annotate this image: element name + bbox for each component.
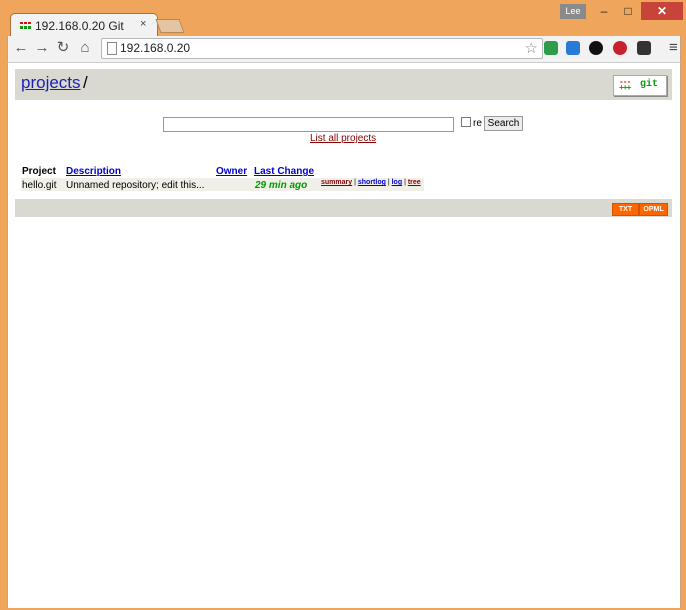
git-favicon-icon [20, 22, 31, 29]
project-name-link[interactable]: hello.git [22, 180, 56, 191]
breadcrumb-separator: / [83, 73, 88, 92]
git-logo-plus: +++ [619, 84, 631, 93]
page-header: projects / --- +++ git [15, 69, 672, 100]
column-header-description[interactable]: Description [66, 166, 121, 177]
project-last-change: 29 min ago [255, 180, 308, 191]
home-icon[interactable]: ⌂ [76, 39, 94, 57]
breadcrumb-projects-link[interactable]: projects [21, 73, 81, 93]
git-logo-word: git [640, 79, 659, 90]
project-actions: summary | shortlog | log | tree [321, 179, 421, 186]
page-content: projects / --- +++ git re Search List al… [7, 62, 681, 608]
project-search-input[interactable] [163, 117, 454, 132]
menu-icon[interactable]: ≡ [669, 39, 678, 56]
column-header-project: Project [22, 166, 56, 177]
back-icon[interactable]: ← [12, 39, 30, 57]
browser-window: Lee – □ ✕ 192.168.0.20 Git × ← → ↻ ⌂ 192… [0, 0, 686, 610]
user-badge[interactable]: Lee [560, 4, 586, 19]
new-tab-button[interactable] [155, 19, 185, 33]
regex-checkbox[interactable] [461, 117, 471, 127]
column-header-last-change[interactable]: Last Change [254, 166, 314, 177]
extension-note-icon[interactable] [637, 41, 651, 55]
tree-link[interactable]: tree [408, 179, 421, 186]
extension-pinterest-icon[interactable] [613, 41, 627, 55]
project-description: Unnamed repository; edit this... [66, 180, 205, 191]
close-window-button[interactable]: ✕ [641, 2, 683, 20]
tab-title: 192.168.0.20 Git [35, 19, 124, 33]
extension-evernote-icon[interactable] [544, 41, 558, 55]
list-all-projects-link[interactable]: List all projects [310, 133, 376, 144]
txt-feed-button[interactable]: TXT [612, 203, 639, 216]
column-header-owner[interactable]: Owner [216, 166, 247, 177]
opml-feed-button[interactable]: OPML [639, 203, 668, 216]
summary-link[interactable]: summary [321, 179, 352, 186]
extension-dropbox-icon[interactable] [566, 41, 580, 55]
shortlog-link[interactable]: shortlog [358, 179, 386, 186]
minimize-button[interactable]: – [593, 2, 615, 20]
browser-tab[interactable]: 192.168.0.20 Git × [10, 13, 158, 38]
regex-label: re [473, 118, 482, 129]
reload-icon[interactable]: ↻ [54, 39, 72, 57]
page-footer: TXT OPML [15, 199, 672, 217]
git-logo[interactable]: --- +++ git [613, 75, 667, 96]
browser-toolbar: ← → ↻ ⌂ 192.168.0.20 ☆ ≡ [7, 36, 681, 62]
address-bar[interactable]: 192.168.0.20 ☆ [101, 38, 543, 59]
log-link[interactable]: log [392, 179, 403, 186]
tab-close-icon[interactable]: × [140, 18, 146, 30]
link-separator: | [404, 179, 406, 186]
url-text: 192.168.0.20 [120, 41, 191, 55]
maximize-button[interactable]: □ [617, 2, 639, 20]
link-separator: | [387, 179, 390, 186]
search-button[interactable]: Search [484, 116, 523, 131]
page-icon [107, 42, 117, 55]
extension-globe-icon[interactable] [589, 41, 603, 55]
forward-icon[interactable]: → [33, 39, 51, 57]
bookmark-star-icon[interactable]: ☆ [525, 39, 538, 57]
link-separator: | [354, 179, 356, 186]
